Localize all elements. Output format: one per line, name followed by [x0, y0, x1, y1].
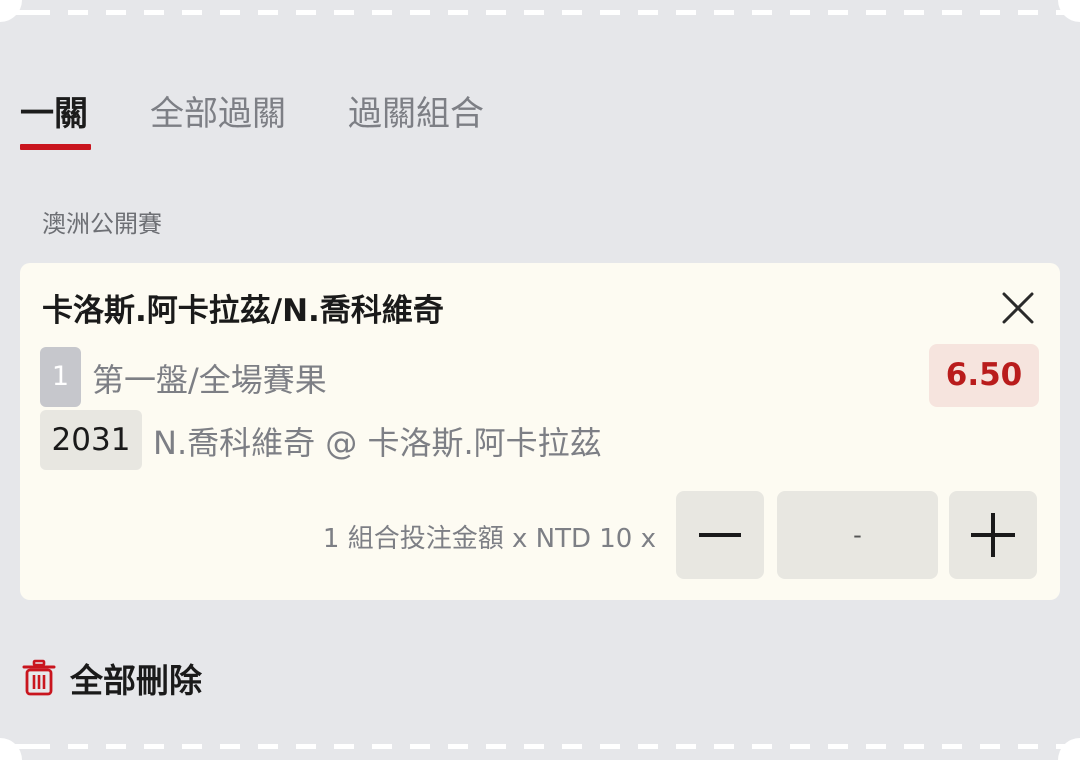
league-name: 澳洲公開賽: [42, 210, 162, 238]
bet-card: 卡洛斯.阿卡拉茲/N.喬科維奇 1 第一盤/全場賽果 6.50 2031 N.喬…: [20, 263, 1060, 600]
increase-stake-button[interactable]: [949, 491, 1037, 579]
delete-all-button[interactable]: 全部刪除: [22, 654, 202, 702]
event-code-badge: 2031: [40, 410, 142, 470]
tab-all-parlay-label: 全部過關: [150, 94, 286, 134]
bet-slip: 一關 全部過關 過關組合 澳洲公開賽 卡洛斯.阿卡拉茲/N.喬科維奇 1 第一盤…: [0, 0, 1080, 760]
notch-bottom-right: [1058, 738, 1080, 760]
leg-number-badge: 1: [40, 347, 81, 407]
notch-bottom-left: [0, 738, 22, 760]
close-icon[interactable]: [998, 288, 1038, 328]
stake-input[interactable]: [777, 491, 938, 579]
tab-single-label: 一關: [20, 94, 88, 134]
plus-icon: [971, 513, 1015, 557]
notch-top-right: [1058, 0, 1080, 22]
bottom-perforation: [0, 744, 1080, 749]
tab-all-parlay[interactable]: 全部過關: [150, 88, 286, 140]
stake-description: 1 組合投注金額 x NTD 10 x: [322, 524, 656, 554]
tab-parlay-combo-label: 過關組合: [348, 94, 484, 134]
market-label: 第一盤/全場賽果: [92, 361, 327, 399]
notch-top-left: [0, 0, 22, 22]
delete-all-label: 全部刪除: [70, 661, 202, 700]
trash-icon: [22, 659, 56, 696]
tab-parlay-combo[interactable]: 過關組合: [348, 88, 484, 140]
tab-single[interactable]: 一關: [20, 88, 91, 150]
top-perforation: [0, 10, 1080, 15]
bet-type-tabs: 一關 全部過關 過關組合: [20, 88, 484, 150]
odds-badge: 6.50: [929, 344, 1039, 407]
match-title: 卡洛斯.阿卡拉茲/N.喬科維奇: [42, 293, 444, 329]
decrease-stake-button[interactable]: [676, 491, 764, 579]
active-tab-indicator: [20, 144, 91, 150]
minus-icon: [699, 533, 741, 537]
selection-label: N.喬科維奇 @ 卡洛斯.阿卡拉茲: [153, 424, 602, 462]
